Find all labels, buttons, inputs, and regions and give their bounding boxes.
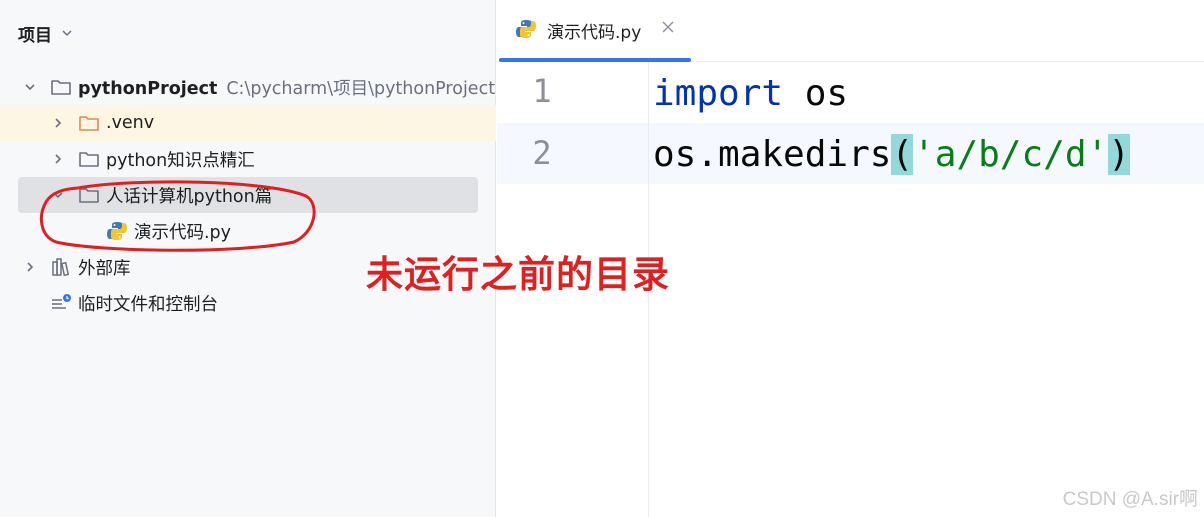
code-line[interactable]: os.makedirs('a/b/c/d')	[653, 124, 1130, 185]
chevron-down-icon	[62, 30, 72, 37]
chevron-down-icon[interactable]	[23, 80, 37, 94]
library-icon	[52, 258, 70, 277]
folder-icon	[79, 188, 99, 203]
line-number: 2	[532, 134, 552, 172]
chevron-down-icon[interactable]	[51, 188, 65, 202]
tab-label: 演示代码.py	[547, 23, 642, 43]
tree-item-label: 演示代码.py	[134, 222, 232, 243]
python-file-icon	[107, 222, 127, 240]
keyword-import: import	[653, 73, 784, 114]
close-icon[interactable]	[661, 20, 675, 34]
annotation-text: 未运行之前的目录	[366, 253, 670, 296]
panel-title: 项目	[18, 25, 52, 46]
code-text: os	[783, 73, 849, 114]
watermark: CSDN @A.sir啊	[1062, 489, 1198, 510]
folder-icon	[51, 80, 71, 95]
python-file-icon	[516, 20, 536, 38]
project-path: C:\pycharm\项目\pythonProject	[226, 78, 496, 99]
paren-open: (	[891, 134, 914, 175]
folder-icon	[79, 152, 99, 167]
scratch-icon	[52, 294, 71, 309]
string-literal: 'a/b/c/d'	[913, 134, 1109, 175]
tree-item-label: 外部库	[78, 258, 131, 279]
tree-item-label: pythonProject C:\pycharm\项目\pythonProject	[78, 75, 495, 100]
chevron-right-icon[interactable]	[23, 260, 37, 274]
tree-item-pythonproject[interactable]: pythonProject C:\pycharm\项目\pythonProject	[0, 69, 496, 105]
tree-item-venv[interactable]: .venv	[0, 105, 496, 141]
editor-tab-bar: 演示代码.py	[497, 0, 1204, 62]
chevron-right-icon[interactable]	[51, 152, 65, 166]
chevron-right-icon[interactable]	[51, 116, 65, 130]
tree-item-label: 人话计算机python篇	[106, 186, 273, 207]
line-number: 1	[532, 72, 552, 110]
active-tab-indicator	[499, 58, 691, 62]
code-text: os.makedirs	[653, 134, 892, 175]
tree-item-python-notes[interactable]: python知识点精汇	[0, 141, 496, 177]
paren-close: )	[1108, 134, 1130, 175]
code-line[interactable]: import os	[653, 63, 848, 124]
folder-orange-icon	[79, 116, 99, 131]
tree-item-label: 临时文件和控制台	[78, 294, 218, 315]
tree-item-label: python知识点精汇	[106, 150, 255, 171]
project-view-selector[interactable]: 项目	[18, 20, 74, 46]
tree-item-renhua-python[interactable]: 人话计算机python篇	[18, 177, 478, 213]
tree-item-label: .venv	[106, 113, 155, 133]
project-name: pythonProject	[78, 78, 218, 99]
tab-demo-file[interactable]: 演示代码.py	[497, 0, 693, 62]
